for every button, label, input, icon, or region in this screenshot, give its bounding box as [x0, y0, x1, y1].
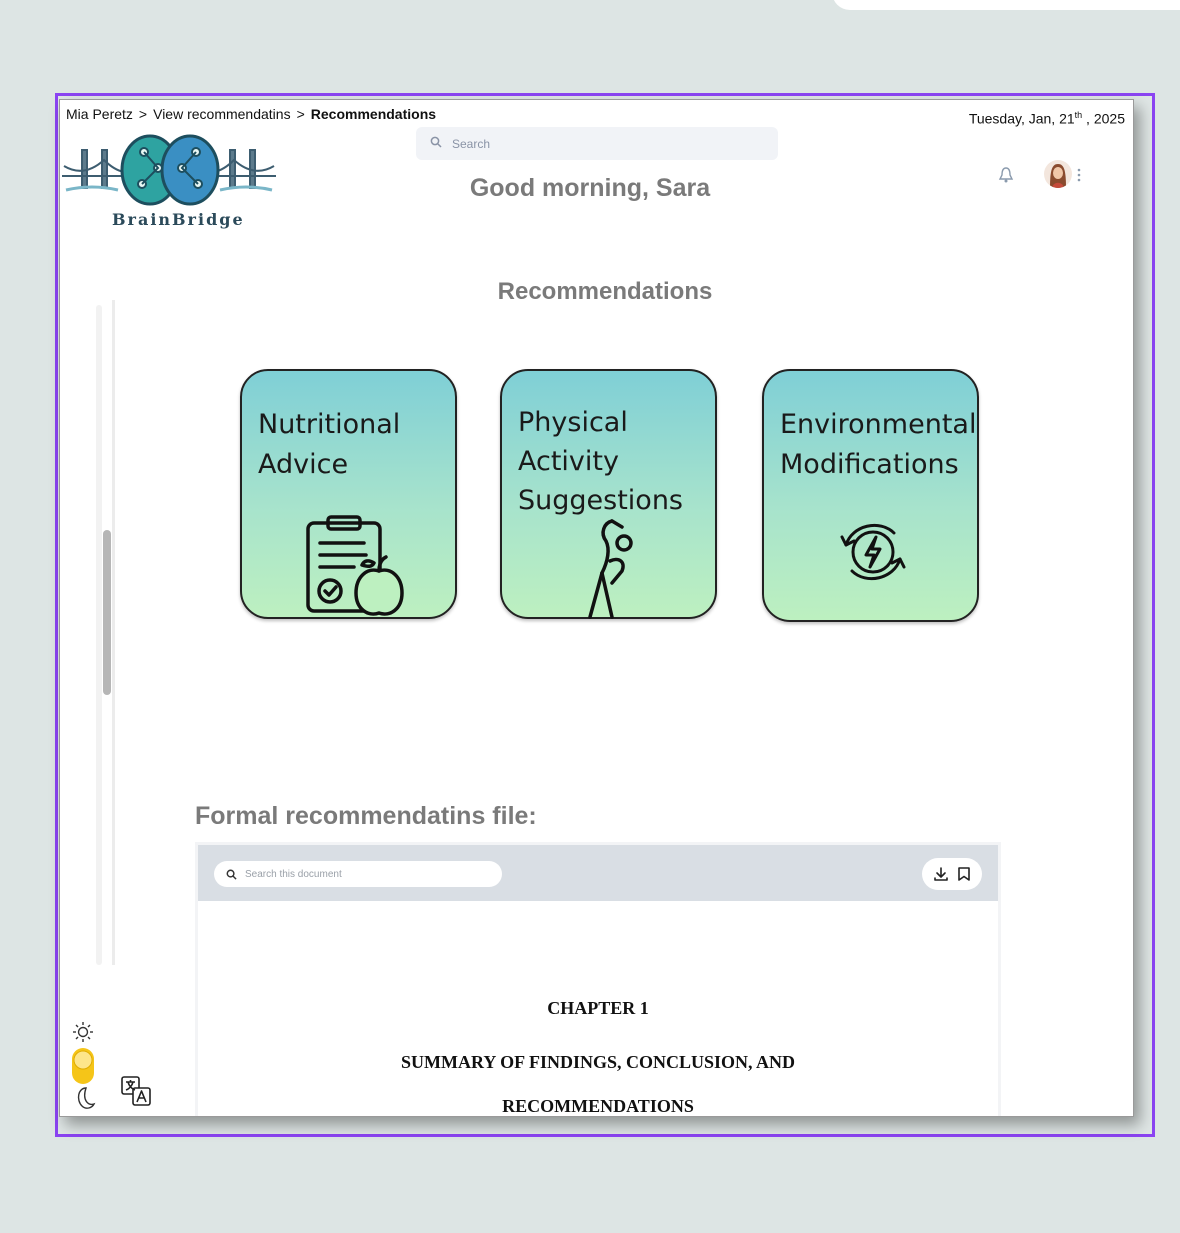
clipboard-apple-icon — [306, 515, 404, 616]
section-title: Recommendations — [497, 278, 713, 305]
document-heading-line1: SUMMARY OF FINDINGS, CONCLUSION, AND — [400, 1052, 796, 1072]
kebab-menu-icon[interactable] — [1076, 167, 1082, 183]
logo-text: BrainBridge — [112, 210, 245, 229]
scrollbar-thumb[interactable] — [103, 530, 111, 695]
theme-toggle[interactable] — [68, 1018, 98, 1113]
search-placeholder: Search — [452, 136, 491, 151]
sun-icon — [73, 1022, 93, 1042]
scrollbar-track[interactable] — [96, 305, 102, 965]
greeting: Good morning, Sara — [469, 174, 711, 202]
card-label: Environmental Modifications — [780, 409, 977, 480]
translate-icon[interactable] — [120, 1075, 152, 1107]
date-year: , 2025 — [1082, 110, 1125, 127]
document-heading-line2: RECOMMENDATIONS — [502, 1096, 694, 1116]
download-icon[interactable] — [933, 866, 949, 882]
document-page: CHAPTER 1 SUMMARY OF FINDINGS, CONCLUSIO… — [198, 901, 998, 1116]
search-icon — [226, 869, 237, 880]
bell-icon[interactable] — [998, 166, 1014, 184]
search-input[interactable]: Search — [416, 127, 778, 160]
bookmark-icon[interactable] — [957, 866, 971, 882]
avatar[interactable] — [1044, 160, 1072, 188]
card-label: Nutritional Advice — [258, 409, 401, 480]
stretching-person-icon — [588, 519, 633, 619]
breadcrumb-separator: > — [138, 106, 148, 122]
card-nutritional-advice[interactable]: Nutritional Advice — [240, 369, 457, 619]
scroll-divider — [112, 300, 115, 965]
breadcrumb-item-view[interactable]: View recommendatins — [153, 106, 290, 122]
document-search-input[interactable]: Search this document — [214, 861, 502, 887]
document-search-placeholder: Search this document — [245, 868, 342, 880]
search-icon — [430, 136, 442, 151]
document-chapter: CHAPTER 1 — [547, 998, 649, 1018]
breadcrumb-item-user[interactable]: Mia Peretz — [66, 106, 133, 122]
top-floating-card — [832, 0, 1180, 10]
breadcrumb: Mia Peretz > View recommendatins > Recom… — [66, 106, 436, 122]
date-display: Tuesday, Jan, 21th , 2025 — [969, 110, 1125, 127]
energy-recycle-icon — [840, 523, 906, 581]
document-toolbar: Search this document — [198, 845, 998, 901]
card-environmental-modifications[interactable]: Environmental Modifications — [762, 369, 979, 622]
moon-icon — [77, 1087, 96, 1109]
date-day: Tuesday, Jan, 21 — [968, 110, 1075, 127]
card-physical-activity[interactable]: Physical Activity Suggestions — [500, 369, 717, 619]
card-label: Physical Activity Suggestions — [518, 407, 683, 516]
breadcrumb-separator: > — [296, 106, 305, 122]
app-window: Mia Peretz > View recommendatins > Recom… — [59, 99, 1134, 1117]
file-section-title: Formal recommendatins file: — [195, 802, 537, 830]
document-actions — [922, 858, 982, 890]
document-viewer: Search this document CHAPTER 1 SUMMARY O… — [195, 842, 1001, 1116]
breadcrumb-item-current: Recommendations — [310, 106, 437, 122]
